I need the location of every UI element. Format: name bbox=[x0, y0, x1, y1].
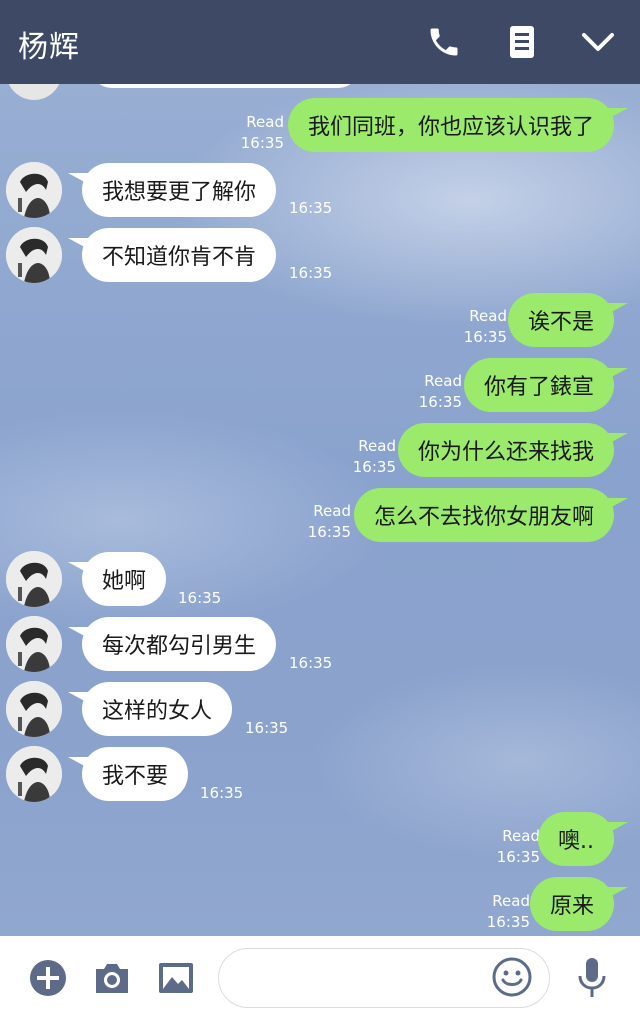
partial-message-bubble bbox=[90, 84, 360, 88]
chat-title: 杨辉 bbox=[18, 30, 80, 65]
read-receipt: Read bbox=[424, 372, 462, 390]
message-time: 16:35 bbox=[289, 654, 333, 672]
message-bubble-out[interactable]: 你为什么还来找我 bbox=[397, 423, 629, 477]
microphone-icon[interactable] bbox=[570, 956, 614, 1000]
message-meta: Read 16:35 bbox=[487, 891, 530, 933]
message-meta: Read 16:35 bbox=[308, 501, 351, 543]
avatar[interactable] bbox=[6, 551, 62, 607]
message-list[interactable]: Read 16:35 我们同班，你也应该认识我了 我想要更了解你 16:35 不… bbox=[0, 84, 640, 936]
message-bubble-out[interactable]: 诶不是 bbox=[507, 293, 629, 347]
message-meta: Read 16:35 bbox=[241, 112, 284, 154]
read-receipt: Read bbox=[469, 307, 507, 325]
message-time: 16:35 bbox=[240, 134, 284, 152]
message-time: 16:35 bbox=[245, 719, 289, 737]
message-time: 16:35 bbox=[289, 264, 333, 282]
message-meta: Read 16:35 bbox=[497, 826, 540, 868]
message-time: 16:35 bbox=[200, 784, 244, 802]
message-time: 16:35 bbox=[178, 589, 222, 607]
emoji-icon[interactable] bbox=[490, 955, 534, 999]
phone-icon[interactable] bbox=[424, 22, 464, 62]
read-receipt: Read bbox=[492, 892, 530, 910]
read-receipt: Read bbox=[358, 437, 396, 455]
message-meta: Read 16:35 bbox=[419, 371, 462, 413]
header-bar: 杨辉 bbox=[0, 0, 640, 84]
camera-icon[interactable] bbox=[90, 956, 134, 1000]
avatar[interactable] bbox=[6, 162, 62, 218]
message-bubble-out[interactable]: 怎么不去找你女朋友啊 bbox=[353, 488, 629, 542]
avatar[interactable] bbox=[6, 681, 62, 737]
avatar[interactable] bbox=[6, 616, 62, 672]
notes-icon[interactable] bbox=[502, 22, 542, 62]
plus-icon[interactable] bbox=[26, 956, 70, 1000]
message-bubble-out[interactable]: 噢.. bbox=[538, 812, 628, 866]
message-time: 16:35 bbox=[352, 458, 396, 476]
read-receipt: Read bbox=[313, 502, 351, 520]
image-icon[interactable] bbox=[154, 956, 198, 1000]
message-bubble-out[interactable]: 我们同班，你也应该认识我了 bbox=[287, 98, 629, 152]
read-receipt: Read bbox=[502, 827, 540, 845]
message-bubble-in[interactable]: 这样的女人 bbox=[67, 682, 233, 736]
read-receipt: Read bbox=[246, 113, 284, 131]
message-time: 16:35 bbox=[289, 199, 333, 217]
message-time: 16:35 bbox=[486, 913, 530, 931]
avatar[interactable] bbox=[6, 84, 62, 100]
message-time: 16:35 bbox=[496, 848, 540, 866]
message-meta: Read 16:35 bbox=[353, 436, 396, 478]
chevron-down-icon[interactable] bbox=[578, 22, 618, 62]
message-meta: Read 16:35 bbox=[464, 306, 507, 348]
message-bubble-in[interactable]: 每次都勾引男生 bbox=[67, 617, 277, 671]
message-bubble-out[interactable]: 你有了錶宣 bbox=[463, 358, 629, 412]
message-bubble-in[interactable]: 我想要更了解你 bbox=[67, 163, 277, 217]
message-bubble-out[interactable]: 原来 bbox=[529, 877, 629, 931]
message-time: 16:35 bbox=[418, 393, 462, 411]
message-bubble-in[interactable]: 我不要 bbox=[67, 747, 189, 801]
message-time: 16:35 bbox=[463, 328, 507, 346]
message-bubble-in[interactable]: 不知道你肯不肯 bbox=[67, 228, 277, 282]
avatar[interactable] bbox=[6, 746, 62, 802]
message-time: 16:35 bbox=[307, 523, 351, 541]
avatar[interactable] bbox=[6, 227, 62, 283]
message-bubble-in[interactable]: 她啊 bbox=[67, 552, 167, 606]
